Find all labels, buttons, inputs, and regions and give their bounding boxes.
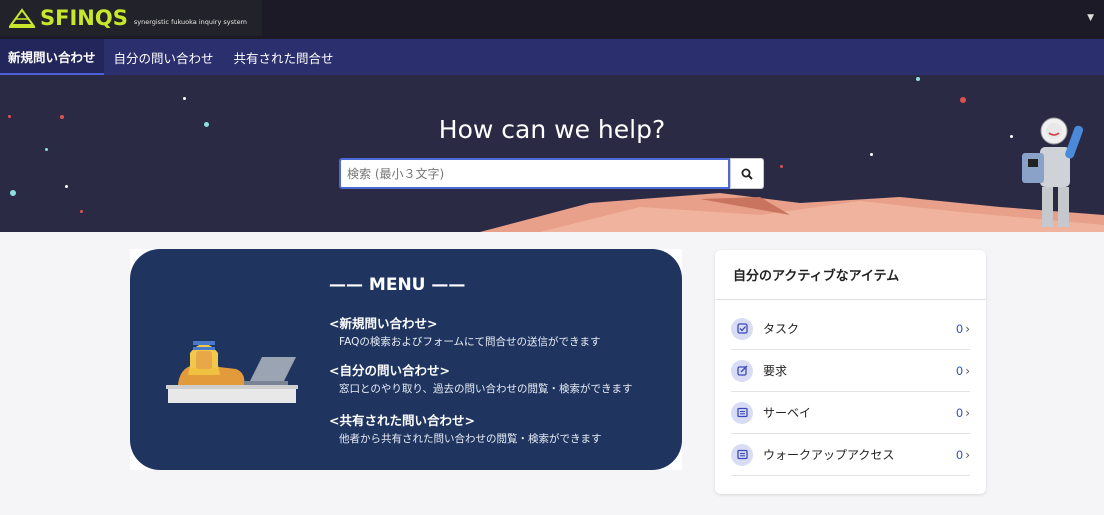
menu-title: —— MENU ——: [329, 275, 466, 295]
list-icon: [731, 443, 753, 466]
menu-item-heading: <自分の問い合わせ>: [329, 363, 450, 378]
search-input[interactable]: [339, 158, 730, 189]
active-item-label: 要求: [763, 364, 788, 378]
edit-icon: [731, 359, 753, 382]
top-bar: SFINQS synergistic fukuoka inquiry syste…: [0, 0, 1104, 39]
menu-item-new-inquiry: <新規問い合わせ> FAQの検索およびフォームにて問合せの送信ができます: [329, 313, 601, 349]
hero-banner: How can we help?: [0, 75, 1104, 232]
main-nav: 新規問い合わせ 自分の問い合わせ 共有された問合せ: [0, 39, 1104, 75]
chevron-right-icon: ›: [965, 405, 970, 420]
chevron-right-icon: ›: [965, 363, 970, 378]
active-item-count: 0: [955, 447, 964, 462]
search-icon: [741, 168, 753, 180]
menu-panel: —— MENU —— <新規問い合わせ> FAQの検索およびフォームにて問合せの…: [130, 249, 682, 470]
chevron-right-icon: ›: [965, 447, 970, 462]
active-items-list: タスク 0 › 要求 0 › サーベイ 0 › ウォークアップアクセス 0 ›: [715, 300, 986, 476]
active-item-tasks[interactable]: タスク 0 ›: [731, 308, 970, 350]
search-button[interactable]: [730, 158, 764, 189]
active-item-count: 0: [955, 405, 964, 420]
menu-item-shared-inquiries: <共有された問い合わせ> 他者から共有された問い合わせの閲覧・検索ができます: [329, 410, 602, 446]
menu-item-my-inquiries: <自分の問い合わせ> 窓口とのやり取り、過去の問い合わせの閲覧・検索ができます: [329, 360, 632, 396]
active-item-label: ウォークアップアクセス: [763, 448, 895, 462]
logo-text: SFINQS: [40, 6, 128, 30]
active-item-label: タスク: [763, 322, 800, 336]
menu-item-description: FAQの検索およびフォームにて問合せの送信ができます: [339, 336, 601, 348]
active-items-title: 自分のアクティブなアイテム: [715, 250, 986, 300]
list-icon: [731, 401, 753, 424]
hero-title: How can we help?: [438, 115, 666, 144]
checkbox-icon: [731, 317, 753, 340]
search-bar: [339, 158, 764, 189]
logo-subtitle: synergistic fukuoka inquiry system: [133, 18, 247, 26]
menu-banner: —— MENU —— <新規問い合わせ> FAQの検索およびフォームにて問合せの…: [130, 249, 682, 470]
chevron-right-icon: ›: [965, 321, 970, 336]
active-item-label: サーベイ: [763, 406, 812, 420]
menu-item-description: 窓口とのやり取り、過去の問い合わせの閲覧・検索ができます: [339, 383, 633, 395]
pyramid-logo-icon: [9, 8, 35, 28]
active-item-requests[interactable]: 要求 0 ›: [731, 350, 970, 392]
menu-item-heading: <共有された問い合わせ>: [329, 413, 475, 428]
active-item-surveys[interactable]: サーベイ 0 ›: [731, 392, 970, 434]
active-items-card: 自分のアクティブなアイテム タスク 0 › 要求 0 › サーベイ 0 › ウォ…: [715, 250, 986, 494]
tab-my-inquiries[interactable]: 自分の問い合わせ: [104, 39, 224, 75]
active-item-walkup-access[interactable]: ウォークアップアクセス 0 ›: [731, 434, 970, 476]
tab-shared-inquiries[interactable]: 共有された問合せ: [224, 39, 344, 75]
active-item-count: 0: [955, 321, 964, 336]
app-logo[interactable]: SFINQS synergistic fukuoka inquiry syste…: [0, 0, 262, 36]
menu-item-heading: <新規問い合わせ>: [329, 316, 438, 331]
sphinx-laptop-illustration: [166, 341, 298, 403]
menu-item-description: 他者から共有された問い合わせの閲覧・検索ができます: [339, 433, 602, 445]
tab-new-inquiry[interactable]: 新規問い合わせ: [0, 39, 104, 75]
active-item-count: 0: [955, 363, 964, 378]
caret-down-icon[interactable]: ▼: [1087, 13, 1094, 23]
desert-mountains-illustration: [480, 193, 1104, 232]
